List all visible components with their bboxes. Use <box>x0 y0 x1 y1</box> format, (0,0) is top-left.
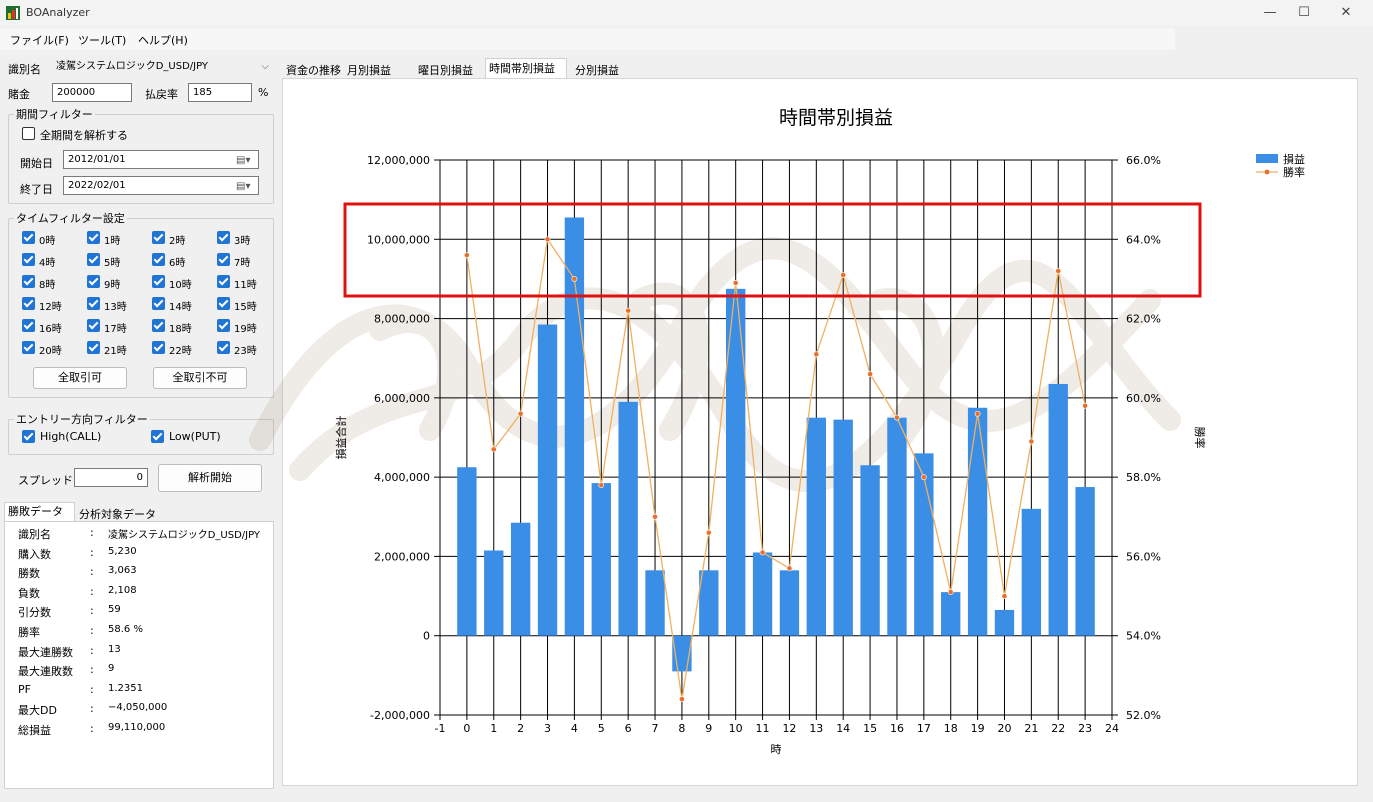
y-tick-label: 0 <box>423 630 430 643</box>
win-rate-point-hour-16 <box>894 414 900 421</box>
x-tick-label: 2 <box>517 722 524 735</box>
x-tick-label: 12 <box>782 722 796 735</box>
x-tick-label: 1 <box>490 722 497 735</box>
x-tick-label: -1 <box>435 722 446 735</box>
x-tick-label: 22 <box>1051 722 1065 735</box>
y-tick-label: 12,000,000 <box>367 154 430 167</box>
x-tick-label: 11 <box>756 722 770 735</box>
y2-tick-label: 62.0% <box>1126 313 1161 326</box>
y2-tick-label: 54.0% <box>1126 630 1161 643</box>
bar-profit-hour-9 <box>699 570 719 636</box>
x-tick-label: 10 <box>729 722 743 735</box>
win-rate-point-hour-15 <box>867 371 873 377</box>
bar-profit-hour-13 <box>806 417 826 636</box>
y-tick-label: -2,000,000 <box>370 709 430 722</box>
x-tick-label: 0 <box>463 722 470 735</box>
x-tick-label: 17 <box>917 722 931 735</box>
bar-profit-hour-6 <box>618 401 638 636</box>
y-tick-label: 8,000,000 <box>374 313 430 326</box>
win-rate-point-hour-1 <box>490 446 497 453</box>
x-tick-label: 8 <box>678 722 685 735</box>
bar-profit-hour-12 <box>779 570 800 636</box>
bar-profit-hour-15 <box>860 465 880 636</box>
x-axis-label: 時 <box>771 743 782 756</box>
win-rate-point-hour-4 <box>571 276 578 282</box>
bar-profit-hour-11 <box>752 552 773 636</box>
bar-profit-hour-7 <box>645 570 665 636</box>
win-rate-point-hour-0 <box>463 252 470 259</box>
win-rate-point-hour-17 <box>920 474 927 481</box>
x-tick-label: 7 <box>652 722 659 735</box>
x-tick-label: 24 <box>1105 722 1119 735</box>
x-tick-label: 6 <box>625 722 632 735</box>
win-rate-point-hour-7 <box>652 513 658 520</box>
bar-profit-hour-5 <box>591 483 611 636</box>
win-rate-point-hour-12 <box>786 565 793 572</box>
bar-profit-hour-17 <box>914 453 934 636</box>
bar-profit-hour-3 <box>537 324 558 636</box>
win-rate-point-hour-5 <box>598 482 605 488</box>
x-tick-label: 9 <box>705 722 712 735</box>
win-rate-point-hour-6 <box>625 307 632 314</box>
win-rate-point-hour-18 <box>947 589 954 596</box>
x-tick-label: 21 <box>1024 722 1038 735</box>
win-rate-point-hour-10 <box>732 279 739 286</box>
legend-bar-label: 損益 <box>1283 152 1305 166</box>
x-tick-label: 4 <box>571 722 578 735</box>
win-rate-point-hour-2 <box>517 410 524 417</box>
legend-line-label: 勝率 <box>1283 165 1305 179</box>
watermark-logo <box>249 237 1181 493</box>
win-rate-point-hour-21 <box>1028 438 1035 445</box>
y-tick-label: 4,000,000 <box>374 471 430 484</box>
x-tick-label: 5 <box>598 722 605 735</box>
x-tick-label: 23 <box>1078 722 1092 735</box>
x-tick-label: 14 <box>836 722 850 735</box>
win-rate-point-hour-20 <box>1001 593 1008 599</box>
y2-tick-label: 56.0% <box>1126 550 1161 563</box>
y2-tick-label: 58.0% <box>1126 471 1161 484</box>
x-tick-label: 18 <box>944 722 958 735</box>
bar-profit-hour-18 <box>941 592 961 636</box>
chart-title: 時間帯別損益 <box>779 107 893 129</box>
win-rate-point-hour-11 <box>759 549 766 556</box>
x-tick-label: 13 <box>809 722 823 735</box>
win-rate-point-hour-14 <box>840 272 847 278</box>
y2-axis-label: 勝率 <box>1193 427 1207 449</box>
win-rate-point-hour-22 <box>1055 268 1062 274</box>
win-rate-point-hour-8 <box>679 696 685 703</box>
y-tick-label: 10,000,000 <box>367 233 430 246</box>
win-rate-point-hour-9 <box>705 529 712 536</box>
y2-tick-label: 60.0% <box>1126 392 1161 405</box>
x-tick-label: 3 <box>544 722 551 735</box>
x-tick-label: 15 <box>863 722 877 735</box>
bar-profit-hour-2 <box>510 522 531 636</box>
x-tick-label: 20 <box>997 722 1011 735</box>
bar-profit-hour-16 <box>887 417 907 636</box>
bar-profit-hour-1 <box>484 550 504 636</box>
bar-profit-hour-20 <box>994 609 1015 636</box>
x-tick-label: 19 <box>971 722 985 735</box>
legend-bar-swatch <box>1256 154 1278 163</box>
win-rate-point-hour-19 <box>974 410 981 417</box>
win-rate-point-hour-23 <box>1082 402 1089 409</box>
bar-profit-hour-21 <box>1021 508 1042 636</box>
y2-tick-label: 66.0% <box>1126 154 1161 167</box>
x-tick-label: 16 <box>890 722 904 735</box>
win-rate-point-hour-3 <box>544 236 551 243</box>
bar-profit-hour-0 <box>457 467 477 636</box>
y-tick-label: 6,000,000 <box>374 392 430 405</box>
legend-line-marker <box>1264 169 1270 175</box>
y2-tick-label: 64.0% <box>1126 233 1161 246</box>
bar-profit-hour-23 <box>1075 487 1095 636</box>
bar-profit-hour-19 <box>967 407 988 636</box>
hourly-profit-chart: 時間帯別損益-1 0 1 2 3 4 5 6 7 8 9 10 11 12 13 14 15 16 17 18 19 20… <box>249 107 1305 756</box>
bar-profit-hour-22 <box>1048 383 1068 636</box>
bar-profit-hour-14 <box>833 419 853 636</box>
y-tick-label: 2,000,000 <box>374 550 430 563</box>
y-axis-label: 損益合計 <box>334 416 348 460</box>
y2-tick-label: 52.0% <box>1126 709 1161 722</box>
win-rate-point-hour-13 <box>813 351 820 358</box>
